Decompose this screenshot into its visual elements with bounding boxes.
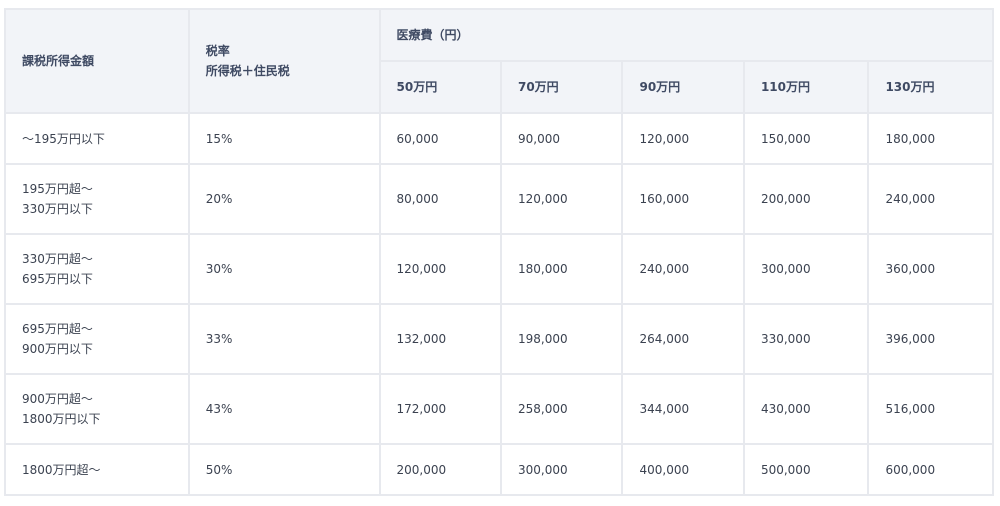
income-bracket-cell: 900万円超〜 1800万円以下	[6, 375, 188, 443]
value-cell: 240,000	[869, 165, 992, 233]
header-medical-col-50: 50万円	[380, 62, 500, 112]
header-medical-expenses: 医療費（円）	[380, 10, 992, 60]
value-cell: 60,000	[380, 114, 500, 163]
income-bracket-line2: 695万円以下	[22, 272, 93, 286]
tax-deduction-table-container: 課税所得金額 税率 所得税＋住民税 医療費（円） 50万円 70万円 90万円 …	[4, 8, 994, 496]
tax-rate-cell: 20%	[189, 165, 379, 233]
value-cell: 330,000	[744, 305, 868, 373]
table-row: 1800万円超〜 50% 200,000 300,000 400,000 500…	[6, 445, 992, 494]
value-cell: 516,000	[869, 375, 992, 443]
value-cell: 160,000	[623, 165, 743, 233]
value-cell: 120,000	[623, 114, 743, 163]
income-bracket-line1: 〜195万円以下	[22, 131, 105, 146]
value-cell: 120,000	[380, 235, 500, 303]
header-medical-col-130: 130万円	[869, 62, 992, 112]
value-cell: 396,000	[869, 305, 992, 373]
value-cell: 500,000	[744, 445, 868, 494]
value-cell: 120,000	[501, 165, 622, 233]
table-row: 900万円超〜 1800万円以下 43% 172,000 258,000 344…	[6, 375, 992, 443]
table-row: 330万円超〜 695万円以下 30% 120,000 180,000 240,…	[6, 235, 992, 303]
income-bracket-line1: 695万円超〜	[22, 322, 93, 336]
header-taxable-income: 課税所得金額	[6, 10, 188, 112]
income-bracket-line2: 900万円以下	[22, 342, 93, 356]
value-cell: 90,000	[501, 114, 622, 163]
value-cell: 80,000	[380, 165, 500, 233]
income-bracket-line1: 900万円超〜	[22, 392, 93, 406]
income-bracket-line1: 330万円超〜	[22, 252, 93, 266]
value-cell: 430,000	[744, 375, 868, 443]
value-cell: 180,000	[501, 235, 622, 303]
header-tax-rate-line2: 所得税＋住民税	[205, 64, 290, 78]
table-row: 〜195万円以下 15% 60,000 90,000 120,000 150,0…	[6, 114, 992, 163]
income-bracket-cell: 195万円超〜 330万円以下	[6, 165, 188, 233]
value-cell: 172,000	[380, 375, 500, 443]
income-bracket-cell: 〜195万円以下	[6, 114, 188, 163]
header-tax-rate: 税率 所得税＋住民税	[189, 10, 379, 112]
value-cell: 360,000	[869, 235, 992, 303]
value-cell: 200,000	[380, 445, 500, 494]
tax-rate-cell: 33%	[189, 305, 379, 373]
tax-rate-cell: 50%	[189, 445, 379, 494]
income-bracket-line2: 330万円以下	[22, 202, 93, 216]
income-bracket-line2: 1800万円以下	[22, 412, 101, 426]
table-body: 〜195万円以下 15% 60,000 90,000 120,000 150,0…	[6, 114, 992, 494]
income-bracket-cell: 695万円超〜 900万円以下	[6, 305, 188, 373]
income-bracket-line1: 195万円超〜	[22, 182, 93, 196]
table-row: 195万円超〜 330万円以下 20% 80,000 120,000 160,0…	[6, 165, 992, 233]
income-bracket-line1: 1800万円超〜	[22, 462, 101, 477]
value-cell: 150,000	[744, 114, 868, 163]
table-row: 695万円超〜 900万円以下 33% 132,000 198,000 264,…	[6, 305, 992, 373]
value-cell: 200,000	[744, 165, 868, 233]
value-cell: 264,000	[623, 305, 743, 373]
value-cell: 180,000	[869, 114, 992, 163]
value-cell: 198,000	[501, 305, 622, 373]
tax-rate-cell: 43%	[189, 375, 379, 443]
value-cell: 300,000	[501, 445, 622, 494]
income-bracket-cell: 330万円超〜 695万円以下	[6, 235, 188, 303]
value-cell: 300,000	[744, 235, 868, 303]
value-cell: 240,000	[623, 235, 743, 303]
header-medical-col-70: 70万円	[501, 62, 622, 112]
header-tax-rate-line1: 税率	[205, 44, 230, 58]
value-cell: 400,000	[623, 445, 743, 494]
tax-rate-cell: 30%	[189, 235, 379, 303]
income-bracket-cell: 1800万円超〜	[6, 445, 188, 494]
value-cell: 258,000	[501, 375, 622, 443]
header-medical-col-110: 110万円	[744, 62, 868, 112]
value-cell: 344,000	[623, 375, 743, 443]
tax-rate-cell: 15%	[189, 114, 379, 163]
value-cell: 132,000	[380, 305, 500, 373]
table-header: 課税所得金額 税率 所得税＋住民税 医療費（円） 50万円 70万円 90万円 …	[6, 10, 992, 112]
header-medical-col-90: 90万円	[623, 62, 743, 112]
tax-deduction-table: 課税所得金額 税率 所得税＋住民税 医療費（円） 50万円 70万円 90万円 …	[4, 8, 994, 496]
value-cell: 600,000	[869, 445, 992, 494]
